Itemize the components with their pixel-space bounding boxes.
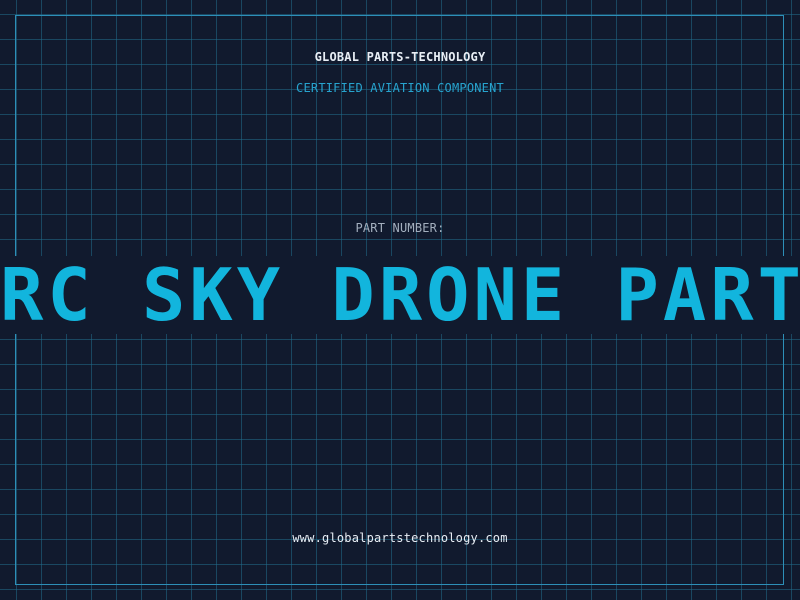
company-name: GLOBAL PARTS-TECHNOLOGY: [314, 50, 486, 64]
part-number-value: RC SKY DRONE PARTS: [0, 256, 800, 334]
certification-tagline: CERTIFIED AVIATION COMPONENT: [296, 81, 504, 95]
website-url: www.globalpartstechnology.com: [292, 531, 508, 545]
part-label-card: GLOBAL PARTS-TECHNOLOGY CERTIFIED AVIATI…: [0, 0, 800, 600]
part-number-band: RC SKY DRONE PARTS: [0, 256, 800, 334]
part-number-label: PART NUMBER:: [355, 221, 445, 235]
